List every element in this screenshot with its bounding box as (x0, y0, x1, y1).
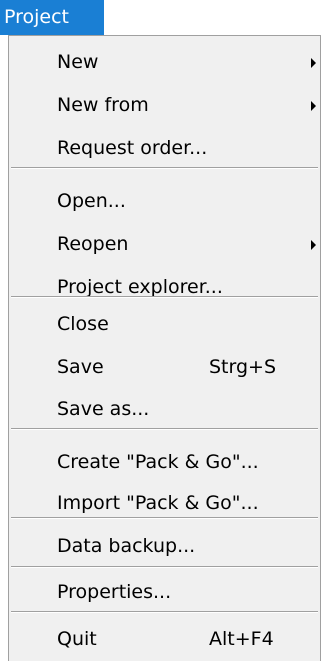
menu-item-close[interactable]: Close (9, 307, 320, 341)
menu-item-reopen[interactable]: Reopen (9, 227, 320, 261)
menu-item-import-pack-go-label: Import "Pack & Go"... (57, 492, 259, 514)
menu-separator (11, 167, 318, 169)
menu-item-quit-shortcut: Alt+F4 (209, 628, 274, 650)
menu-item-import-pack-go[interactable]: Import "Pack & Go"... (9, 486, 320, 520)
menu-item-create-pack-go[interactable]: Create "Pack & Go"... (9, 445, 320, 479)
menu-item-data-backup[interactable]: Data backup... (9, 529, 320, 563)
submenu-arrow-icon (311, 58, 316, 68)
menu-item-save-as-label: Save as... (57, 398, 150, 420)
menu-item-reopen-label: Reopen (57, 233, 129, 255)
menu-item-new-label: New (57, 51, 99, 73)
menu-separator (11, 517, 318, 519)
menu-item-data-backup-label: Data backup... (57, 535, 196, 557)
submenu-arrow-icon (311, 240, 316, 250)
menu-item-properties-label: Properties... (57, 581, 172, 603)
menu-item-open-label: Open... (57, 190, 126, 212)
menu-separator (11, 428, 318, 430)
menu-item-close-label: Close (57, 313, 109, 335)
menu-item-new-from-label: New from (57, 94, 149, 116)
menu-item-request-order-label: Request order... (57, 137, 208, 159)
menu-item-create-pack-go-label: Create "Pack & Go"... (57, 451, 259, 473)
submenu-arrow-icon (311, 101, 316, 111)
menu-item-save-label: Save (57, 356, 104, 378)
menu-item-quit[interactable]: Quit Alt+F4 (9, 622, 320, 656)
menu-separator (11, 611, 318, 613)
menu-item-project-explorer-label: Project explorer... (57, 276, 223, 298)
menu-item-new[interactable]: New (9, 45, 320, 79)
menu-item-open[interactable]: Open... (9, 184, 320, 218)
menu-separator (11, 296, 318, 298)
menu-item-quit-label: Quit (57, 628, 97, 650)
project-dropdown-menu: New New from Request order... Open... Re… (8, 35, 321, 661)
menu-item-save[interactable]: Save Strg+S (9, 350, 320, 384)
menu-item-project-explorer[interactable]: Project explorer... (9, 270, 320, 304)
menu-item-request-order[interactable]: Request order... (9, 131, 320, 165)
menu-item-save-shortcut: Strg+S (209, 356, 277, 378)
menu-item-save-as[interactable]: Save as... (9, 392, 320, 426)
menu-separator (11, 566, 318, 568)
project-menu-title[interactable]: Project (0, 0, 104, 35)
menu-item-new-from[interactable]: New from (9, 88, 320, 122)
menu-item-properties[interactable]: Properties... (9, 575, 320, 609)
